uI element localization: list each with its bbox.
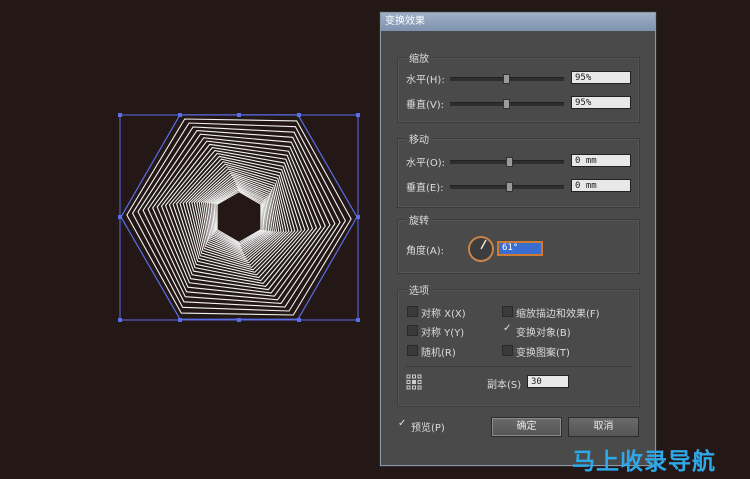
handle-top-left[interactable] bbox=[118, 113, 122, 117]
ok-button[interactable]: 确定 bbox=[491, 417, 562, 437]
angle-dial-indicator-icon bbox=[480, 239, 487, 250]
scale-vertical-slider-thumb[interactable] bbox=[503, 99, 510, 109]
dialog-title[interactable]: 变换效果 bbox=[381, 13, 655, 31]
transform-patterns-label[interactable]: 变换图案(T) bbox=[516, 344, 570, 359]
transform-objects-checkmark-icon[interactable]: ✓ bbox=[503, 323, 511, 334]
hexagon-spiral-artwork[interactable] bbox=[120, 114, 358, 320]
handle-top-middle[interactable] bbox=[237, 113, 241, 117]
move-horizontal-label: 水平(O): bbox=[406, 158, 446, 169]
handle-top-inner-right[interactable] bbox=[297, 113, 301, 117]
cancel-button[interactable]: 取消 bbox=[568, 417, 639, 437]
handle-top-inner-left[interactable] bbox=[178, 113, 182, 117]
artwork-canvas[interactable] bbox=[0, 0, 380, 479]
random-label[interactable]: 随机(R) bbox=[421, 344, 456, 359]
rotate-angle-label: 角度(A): bbox=[406, 246, 445, 257]
move-vertical-field[interactable]: 0 mm bbox=[571, 179, 631, 192]
handle-bottom-inner-right[interactable] bbox=[297, 318, 301, 322]
reflect-x-label[interactable]: 对称 X(X) bbox=[421, 305, 466, 320]
copies-field[interactable]: 30 bbox=[527, 375, 569, 388]
scale-horizontal-field[interactable]: 95% bbox=[571, 71, 631, 84]
hexagon-copy bbox=[152, 137, 326, 297]
copies-label: 副本(S) bbox=[487, 380, 522, 391]
reference-point-icon[interactable] bbox=[406, 374, 422, 390]
scale-vertical-field[interactable]: 95% bbox=[571, 96, 631, 109]
watermark-text: 马上收录导航 bbox=[572, 449, 716, 475]
move-group-label: 移动 bbox=[406, 131, 432, 146]
rotate-group: 旋转 角度(A): 61° bbox=[397, 212, 640, 274]
rotate-angle-field[interactable]: 61° bbox=[497, 241, 543, 256]
transform-effect-dialog: 变换效果 缩放 水平(H): 95% 垂直(V): 95% 移动 水平(O): … bbox=[380, 12, 656, 466]
handle-bottom-middle[interactable] bbox=[237, 318, 241, 322]
handle-bottom-left[interactable] bbox=[118, 318, 122, 322]
options-divider bbox=[406, 366, 631, 367]
scale-group: 缩放 水平(H): 95% 垂直(V): 95% bbox=[397, 50, 640, 123]
scale-strokes-label[interactable]: 缩放描边和效果(F) bbox=[516, 305, 600, 320]
handle-middle-right[interactable] bbox=[356, 215, 360, 219]
move-horizontal-field[interactable]: 0 mm bbox=[571, 154, 631, 167]
options-group-label: 选项 bbox=[406, 282, 432, 297]
reflect-y-label[interactable]: 对称 Y(Y) bbox=[421, 324, 464, 339]
move-group: 移动 水平(O): 0 mm 垂直(E): 0 mm bbox=[397, 131, 640, 208]
handle-middle-left[interactable] bbox=[118, 215, 122, 219]
preview-checkmark-icon[interactable]: ✓ bbox=[398, 418, 406, 429]
scale-horizontal-slider-thumb[interactable] bbox=[503, 74, 510, 84]
scale-vertical-label: 垂直(V): bbox=[406, 100, 445, 111]
hexagon-copy bbox=[156, 140, 322, 294]
transform-objects-label[interactable]: 变换对象(B) bbox=[516, 324, 571, 339]
reflect-x-checkbox[interactable] bbox=[407, 306, 418, 317]
random-checkbox[interactable] bbox=[407, 345, 418, 356]
move-horizontal-slider-thumb[interactable] bbox=[506, 157, 513, 167]
move-vertical-slider-thumb[interactable] bbox=[506, 182, 513, 192]
preview-label[interactable]: 预览(P) bbox=[411, 419, 445, 434]
reflect-y-checkbox[interactable] bbox=[407, 325, 418, 336]
scale-strokes-checkbox[interactable] bbox=[502, 306, 513, 317]
transform-patterns-checkbox[interactable] bbox=[502, 345, 513, 356]
handle-bottom-inner-left[interactable] bbox=[178, 318, 182, 322]
handle-bottom-right[interactable] bbox=[356, 318, 360, 322]
scale-group-label: 缩放 bbox=[406, 50, 432, 65]
scale-horizontal-label: 水平(H): bbox=[406, 75, 445, 86]
rotate-group-label: 旋转 bbox=[406, 212, 432, 227]
selection-bounding-box[interactable] bbox=[118, 113, 360, 322]
move-vertical-label: 垂直(E): bbox=[406, 183, 444, 194]
options-group: 选项 对称 X(X) 对称 Y(Y) 随机(R) 缩放描边和效果(F) ✓ 变换… bbox=[397, 282, 640, 407]
hexagon-copy bbox=[147, 133, 331, 301]
handle-top-right[interactable] bbox=[356, 113, 360, 117]
angle-dial[interactable] bbox=[468, 236, 494, 262]
hexagon-copy bbox=[208, 183, 270, 251]
